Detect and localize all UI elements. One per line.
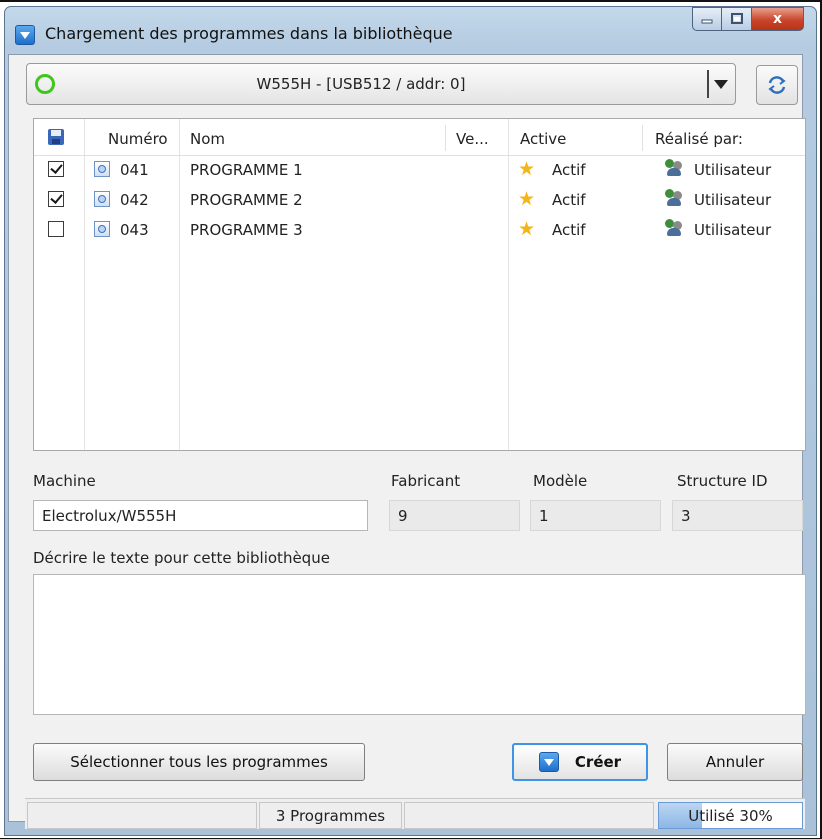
star-icon: ★ [518, 158, 536, 180]
star-icon: ★ [518, 188, 536, 210]
header-divider [642, 125, 643, 151]
select-all-label: Sélectionner tous les programmes [70, 753, 328, 771]
structure-id-field: 3 [672, 500, 803, 531]
description-label: Décrire le texte pour cette bibliothèque [33, 549, 330, 567]
minimize-icon [701, 19, 713, 24]
programs-table: Numéro Nom Ve... Active Réalisé par: 041… [33, 118, 806, 451]
active-cell: Actif [552, 191, 586, 209]
window-controls: x [692, 7, 804, 33]
table-row[interactable]: 041 PROGRAMME 1 ★ Actif Utilisateur [34, 155, 805, 187]
create-icon [538, 752, 559, 772]
device-select-value: W555H - [USB512 / addr: 0] [256, 75, 466, 93]
realise-par-cell: Utilisateur [694, 191, 772, 209]
chevron-down-icon[interactable] [707, 70, 731, 98]
status-panel-empty [404, 802, 654, 829]
create-button[interactable]: Créer [512, 743, 648, 781]
title-bar[interactable]: Chargement des programmes dans la biblio… [5, 7, 816, 61]
users-icon [665, 219, 683, 237]
realise-par-cell: Utilisateur [694, 221, 772, 239]
column-header-version[interactable]: Ve... [456, 130, 489, 148]
machine-field[interactable]: Electrolux/W555H [33, 500, 368, 531]
column-header-numero[interactable]: Numéro [108, 130, 168, 148]
save-icon[interactable] [48, 129, 64, 145]
fabricant-field: 9 [389, 500, 520, 531]
program-icon [94, 221, 110, 237]
program-icon [94, 191, 110, 207]
fabricant-label: Fabricant [391, 472, 461, 490]
close-button[interactable]: x [752, 7, 804, 31]
star-icon: ★ [518, 218, 536, 240]
header-divider [445, 125, 446, 151]
usage-text: Utilisé 30% [688, 807, 773, 825]
table-header: Numéro Nom Ve... Active Réalisé par: [34, 119, 805, 156]
create-label: Créer [574, 753, 622, 771]
users-icon [665, 189, 683, 207]
device-select[interactable]: W555H - [USB512 / addr: 0] [26, 63, 736, 105]
modele-label: Modèle [533, 472, 588, 490]
nom-cell: PROGRAMME 1 [190, 161, 303, 179]
numero-cell: 041 [120, 161, 149, 179]
machine-label: Machine [33, 472, 96, 490]
users-icon [665, 159, 683, 177]
status-panel-empty [27, 802, 257, 829]
row-checkbox[interactable] [48, 161, 64, 177]
usage-meter: Utilisé 30% [658, 802, 803, 829]
app-icon [15, 25, 35, 45]
program-icon [94, 161, 110, 177]
window-title: Chargement des programmes dans la biblio… [45, 24, 453, 43]
program-count: 3 Programmes [259, 802, 402, 829]
table-row[interactable]: 042 PROGRAMME 2 ★ Actif Utilisateur [34, 185, 805, 217]
nom-cell: PROGRAMME 3 [190, 221, 303, 239]
close-icon: x [772, 11, 783, 27]
status-bar: 3 Programmes Utilisé 30% [25, 798, 805, 829]
table-row[interactable]: 043 PROGRAMME 3 ★ Actif Utilisateur [34, 215, 805, 247]
column-header-nom[interactable]: Nom [190, 130, 225, 148]
minimize-button[interactable] [692, 7, 722, 31]
refresh-icon [768, 76, 786, 94]
numero-cell: 042 [120, 191, 149, 209]
structure-id-label: Structure ID [677, 472, 768, 490]
realise-par-cell: Utilisateur [694, 161, 772, 179]
modele-field: 1 [530, 500, 661, 531]
row-checkbox[interactable] [48, 191, 64, 207]
maximize-button[interactable] [722, 7, 752, 31]
active-cell: Actif [552, 161, 586, 179]
row-checkbox[interactable] [48, 221, 64, 237]
refresh-button[interactable] [756, 65, 798, 105]
active-cell: Actif [552, 221, 586, 239]
cancel-button[interactable]: Annuler [667, 743, 803, 781]
cancel-label: Annuler [705, 753, 765, 771]
column-header-realise-par[interactable]: Réalisé par: [655, 130, 743, 148]
nom-cell: PROGRAMME 2 [190, 191, 303, 209]
column-header-active[interactable]: Active [520, 130, 566, 148]
maximize-icon [730, 13, 743, 24]
numero-cell: 043 [120, 221, 149, 239]
description-textarea[interactable] [33, 574, 806, 715]
select-all-button[interactable]: Sélectionner tous les programmes [33, 743, 365, 781]
